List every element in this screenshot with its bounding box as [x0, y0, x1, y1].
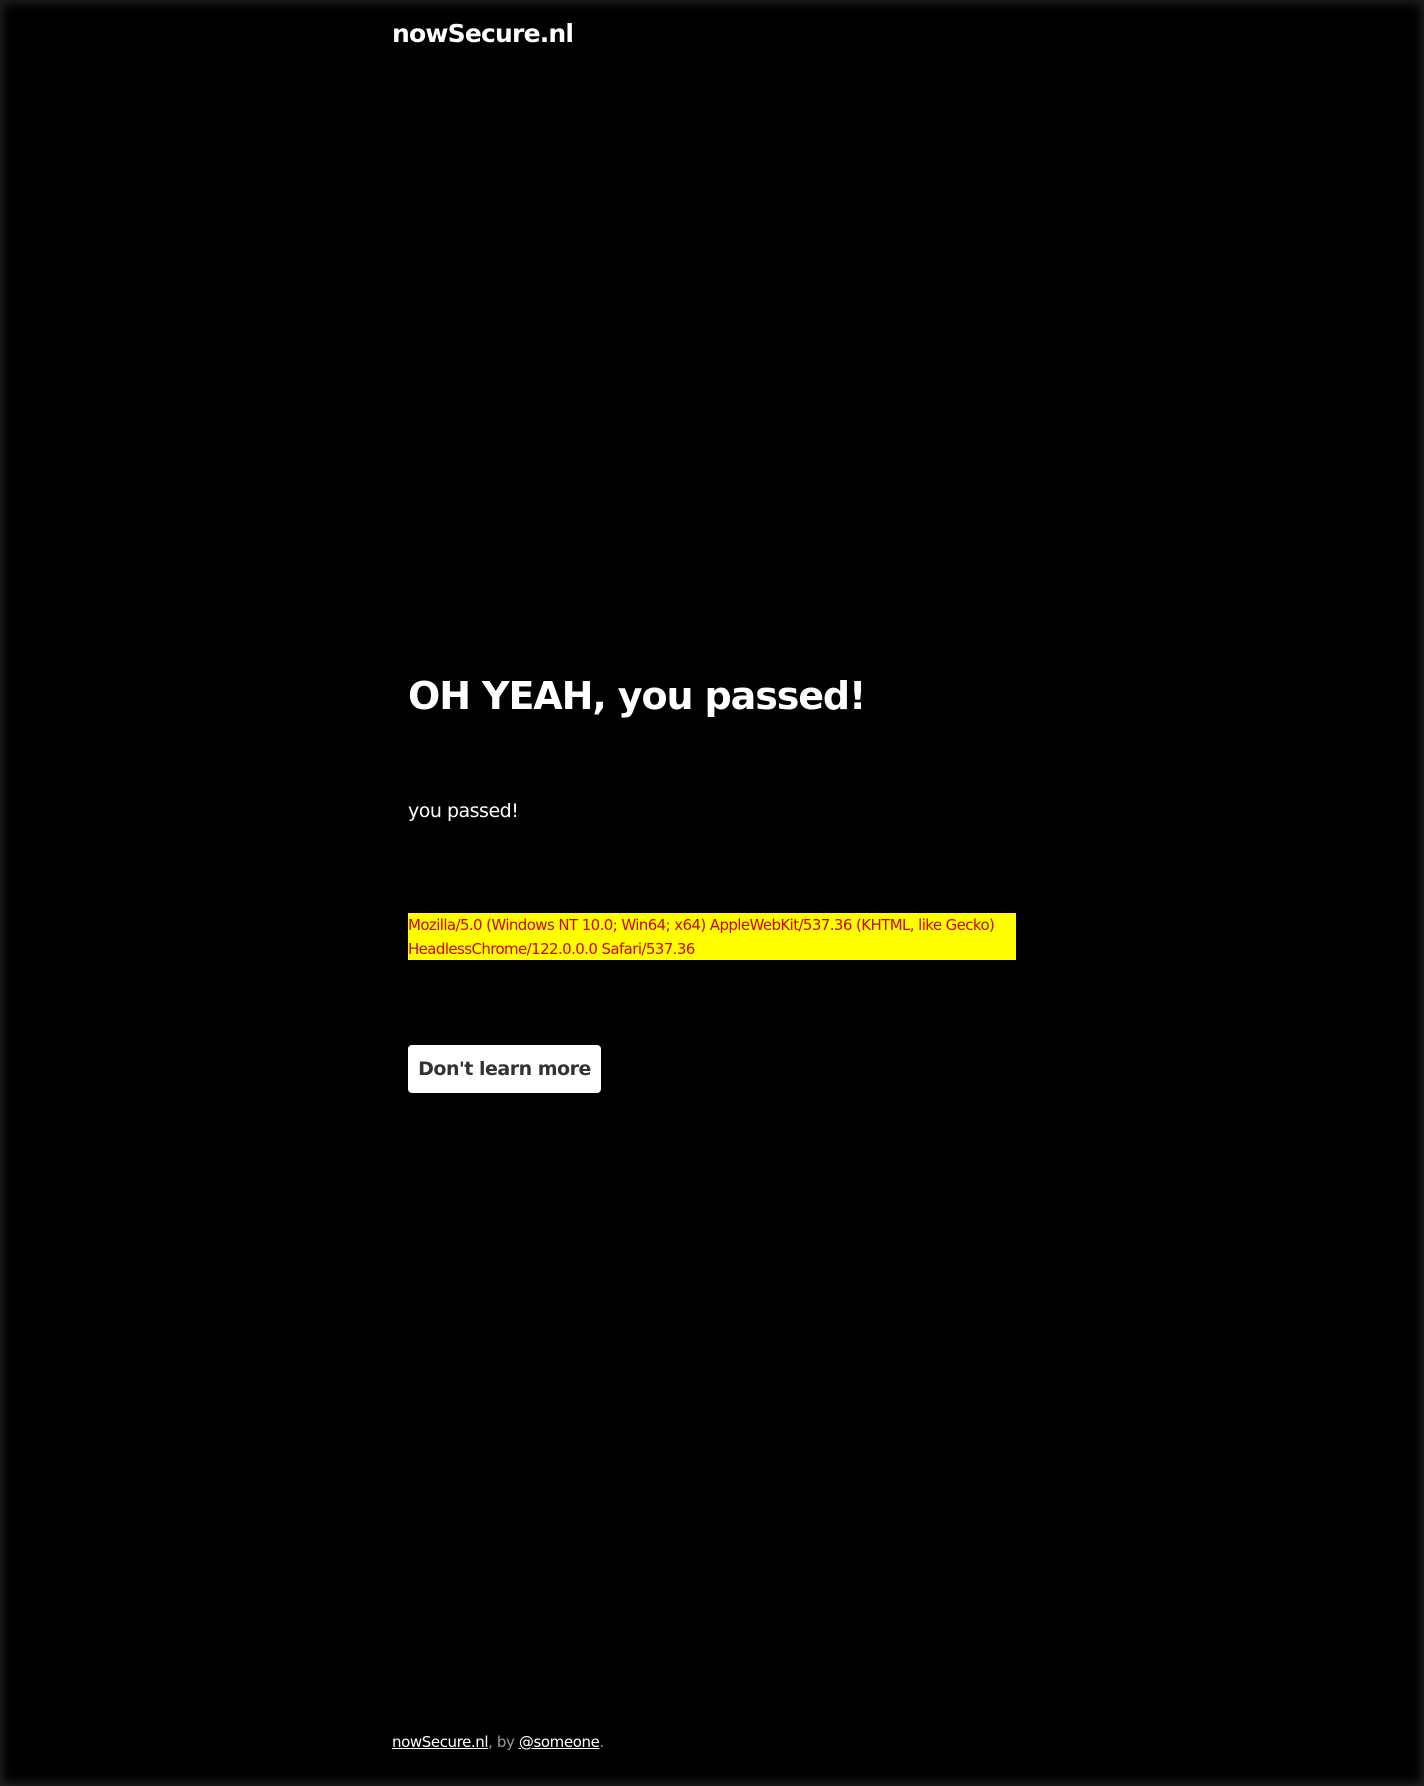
- user-agent-line: Mozilla/5.0 (Windows NT 10.0; Win64; x64…: [408, 916, 995, 934]
- user-agent-line: HeadlessChrome/122.0.0.0 Safari/537.36: [408, 940, 695, 958]
- page-title: OH YEAH, you passed!: [408, 674, 866, 718]
- status-message: you passed!: [408, 800, 519, 822]
- footer-end-text: .: [599, 1733, 604, 1751]
- page: nowSecure.nl OH YEAH, you passed! you pa…: [0, 0, 1424, 1786]
- site-brand: nowSecure.nl: [392, 19, 574, 48]
- footer-by-text: , by: [488, 1733, 519, 1751]
- footer: nowSecure.nl, by @someone.: [392, 1732, 604, 1752]
- footer-site-link[interactable]: nowSecure.nl: [392, 1733, 489, 1751]
- dont-learn-more-button[interactable]: Don't learn more: [408, 1045, 601, 1093]
- user-agent-box: Mozilla/5.0 (Windows NT 10.0; Win64; x64…: [408, 913, 1016, 960]
- footer-author-link[interactable]: @someone: [519, 1733, 600, 1751]
